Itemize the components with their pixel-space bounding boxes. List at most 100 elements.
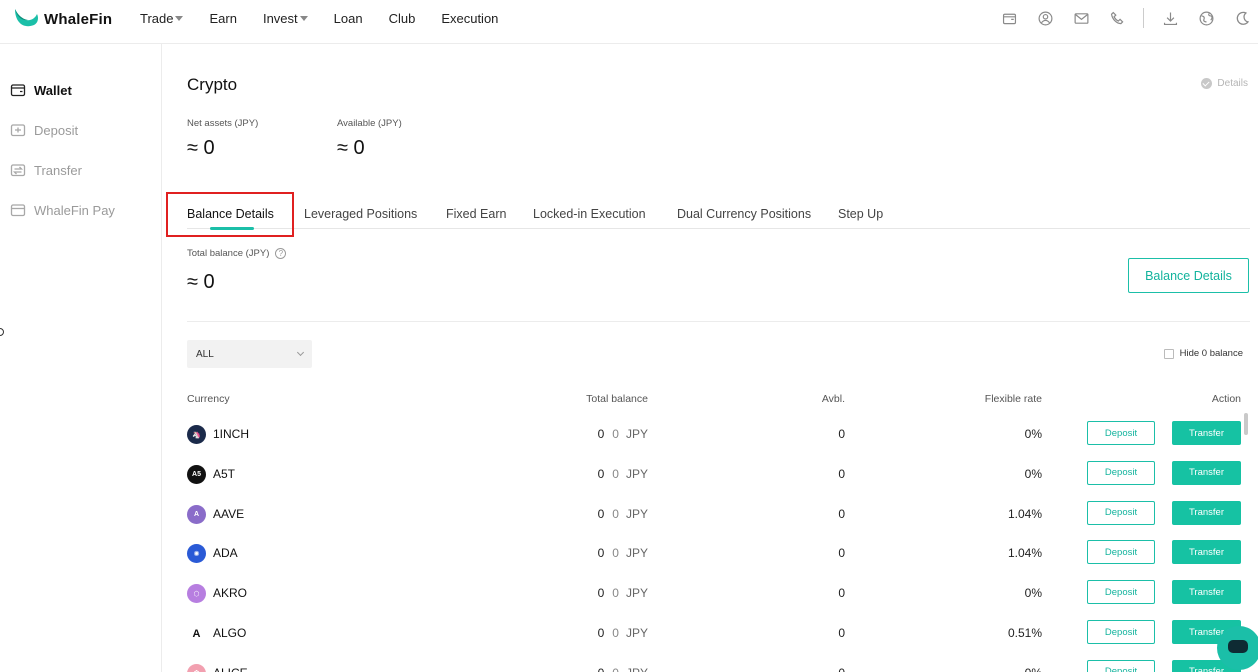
currency-name: ALGO (213, 626, 247, 640)
transfer-button[interactable]: Transfer (1172, 500, 1241, 525)
transfer-button[interactable]: Transfer (1172, 540, 1241, 565)
sidebar-item-deposit[interactable]: Deposit (10, 120, 78, 140)
nav-item-invest[interactable]: Invest (263, 11, 308, 26)
whale-logo-icon (12, 5, 40, 33)
nav-item-label: Execution (441, 10, 499, 26)
nav-item-execution[interactable]: Execution (441, 11, 498, 26)
deposit-button[interactable]: Deposit (1087, 500, 1155, 525)
total-balance-value: ≈ 0 (187, 271, 215, 293)
sidebar-item-wallet[interactable]: Wallet (10, 80, 72, 100)
sidebar-item-whalefin-pay[interactable]: WhaleFin Pay (10, 200, 115, 220)
tab-leveraged-positions[interactable]: Leveraged Positions (304, 207, 417, 221)
flexible-rate-cell: 0.51% (1007, 626, 1042, 640)
column-header-currency: Currency (187, 393, 230, 405)
active-tab-indicator (210, 227, 254, 230)
page-title: Crypto (187, 75, 238, 94)
currency-name: AKRO (213, 586, 248, 601)
brand-name: WhaleFin (44, 10, 113, 28)
tab-fixed-earn[interactable]: Fixed Earn (446, 207, 506, 221)
deposit-button[interactable]: Deposit (1087, 540, 1155, 565)
nav-item-earn[interactable]: Earn (209, 11, 236, 26)
chat-bubble-icon (1228, 640, 1248, 653)
deposit-button[interactable]: Deposit (1087, 620, 1155, 644)
details-link-label: Details (1217, 78, 1248, 89)
flexible-rate-cell: 0% (1025, 666, 1042, 672)
nav-item-club[interactable]: Club (389, 11, 416, 26)
hide-zero-balance-toggle[interactable]: Hide 0 balance (1163, 348, 1243, 359)
total-balance-cell: 00 JPY (598, 427, 648, 441)
currency-name: ALICE (213, 666, 248, 672)
nav-item-label: Loan (333, 10, 363, 26)
total-balance-amount: 0 (597, 506, 605, 521)
currency-name: AAVE (213, 506, 245, 521)
help-icon[interactable]: ? (275, 248, 287, 259)
scrollbar[interactable] (1244, 413, 1248, 435)
transfer-icon (10, 164, 26, 177)
balance-details-button[interactable]: Balance Details (1128, 258, 1249, 293)
currency-filter-select[interactable]: ALL (187, 340, 312, 368)
total-balance-label: Total balance (JPY) ? (187, 248, 287, 259)
available-cell: 0 (838, 626, 845, 640)
nav-item-trade[interactable]: Trade (140, 10, 184, 26)
card-icon (10, 204, 26, 217)
tab-dual-currency-positions[interactable]: Dual Currency Positions (677, 207, 811, 221)
coin-icon: A5 (187, 464, 206, 484)
nav-item-label: Trade (140, 10, 174, 26)
total-balance-amount: 0 (597, 427, 605, 441)
tab-bar: Balance Details Leveraged Positions Fixe… (187, 204, 1250, 230)
transfer-button[interactable]: Transfer (1172, 580, 1241, 605)
column-header-total-balance: Total balance (586, 393, 648, 405)
details-link[interactable]: Details (1201, 78, 1248, 89)
sidebar-item-transfer[interactable]: Transfer (10, 160, 82, 180)
collapse-handle[interactable] (0, 328, 4, 336)
chat-button[interactable] (1217, 626, 1258, 670)
deposit-button[interactable]: Deposit (1087, 580, 1155, 605)
top-icons (983, 6, 1258, 30)
wallet-icon[interactable] (999, 8, 1019, 28)
download-icon[interactable] (1160, 8, 1180, 28)
mail-icon[interactable] (1071, 8, 1091, 28)
currency-unit: JPY (626, 666, 648, 672)
user-icon[interactable] (1035, 8, 1055, 28)
globe-icon[interactable] (1196, 8, 1216, 28)
logo[interactable]: WhaleFin (12, 4, 112, 34)
check-circle-icon (1201, 78, 1213, 89)
tab-step-up[interactable]: Step Up (838, 207, 883, 221)
checkbox[interactable] (1163, 348, 1174, 359)
tab-locked-in-execution[interactable]: Locked-in Execution (533, 207, 646, 221)
currency-name: 1INCH (213, 427, 250, 441)
transfer-button[interactable]: Transfer (1172, 421, 1241, 445)
column-header-avbl: Avbl. (821, 393, 845, 405)
sidebar-item-label: Wallet (34, 82, 72, 98)
nav-item-loan[interactable]: Loan (334, 11, 363, 26)
total-balance-jpy: 0 (612, 466, 619, 481)
total-balance-jpy: 0 (612, 427, 619, 441)
main-nav: Trade Earn Invest Loan Club Execution (140, 0, 524, 36)
wallet-icon (10, 84, 26, 97)
transfer-button[interactable]: Transfer (1172, 460, 1241, 485)
currency-filter-value: ALL (196, 348, 214, 360)
main-content: Crypto Details Net assets (JPY) ≈ 0 Avai… (166, 44, 1250, 672)
deposit-button[interactable]: Deposit (1087, 659, 1155, 672)
hide-zero-balance-label: Hide 0 balance (1179, 348, 1243, 359)
total-balance-amount: 0 (598, 666, 605, 672)
total-balance-cell: 00 JPY (598, 467, 648, 481)
table-row: A5 A5T 0 0 JPY 0 0% Deposit Transfer (187, 453, 1250, 493)
caret-down-icon (299, 16, 308, 21)
moon-icon[interactable] (1232, 8, 1252, 28)
total-balance-jpy: 0 (612, 626, 619, 640)
sidebar-item-label: Transfer (34, 162, 82, 178)
phone-icon[interactable] (1107, 8, 1127, 28)
top-navigation-bar: WhaleFin Trade Earn Invest Loan Club Executio… (0, 0, 1258, 44)
tab-balance-details[interactable]: Balance Details (187, 207, 274, 221)
currency-unit: JPY (625, 586, 648, 601)
total-balance-cell: 00 JPY (598, 507, 648, 521)
available-value: ≈ 0 (337, 137, 365, 159)
total-balance-label-text: Total balance (JPY) (187, 248, 270, 259)
deposit-button[interactable]: Deposit (1087, 421, 1155, 445)
net-assets-value: ≈ 0 (187, 137, 215, 159)
column-header-flexible-rate: Flexible rate (984, 393, 1042, 405)
deposit-button[interactable]: Deposit (1087, 460, 1155, 485)
coin-icon: 🦄 (187, 425, 206, 444)
total-balance-amount: 0 (597, 546, 605, 561)
